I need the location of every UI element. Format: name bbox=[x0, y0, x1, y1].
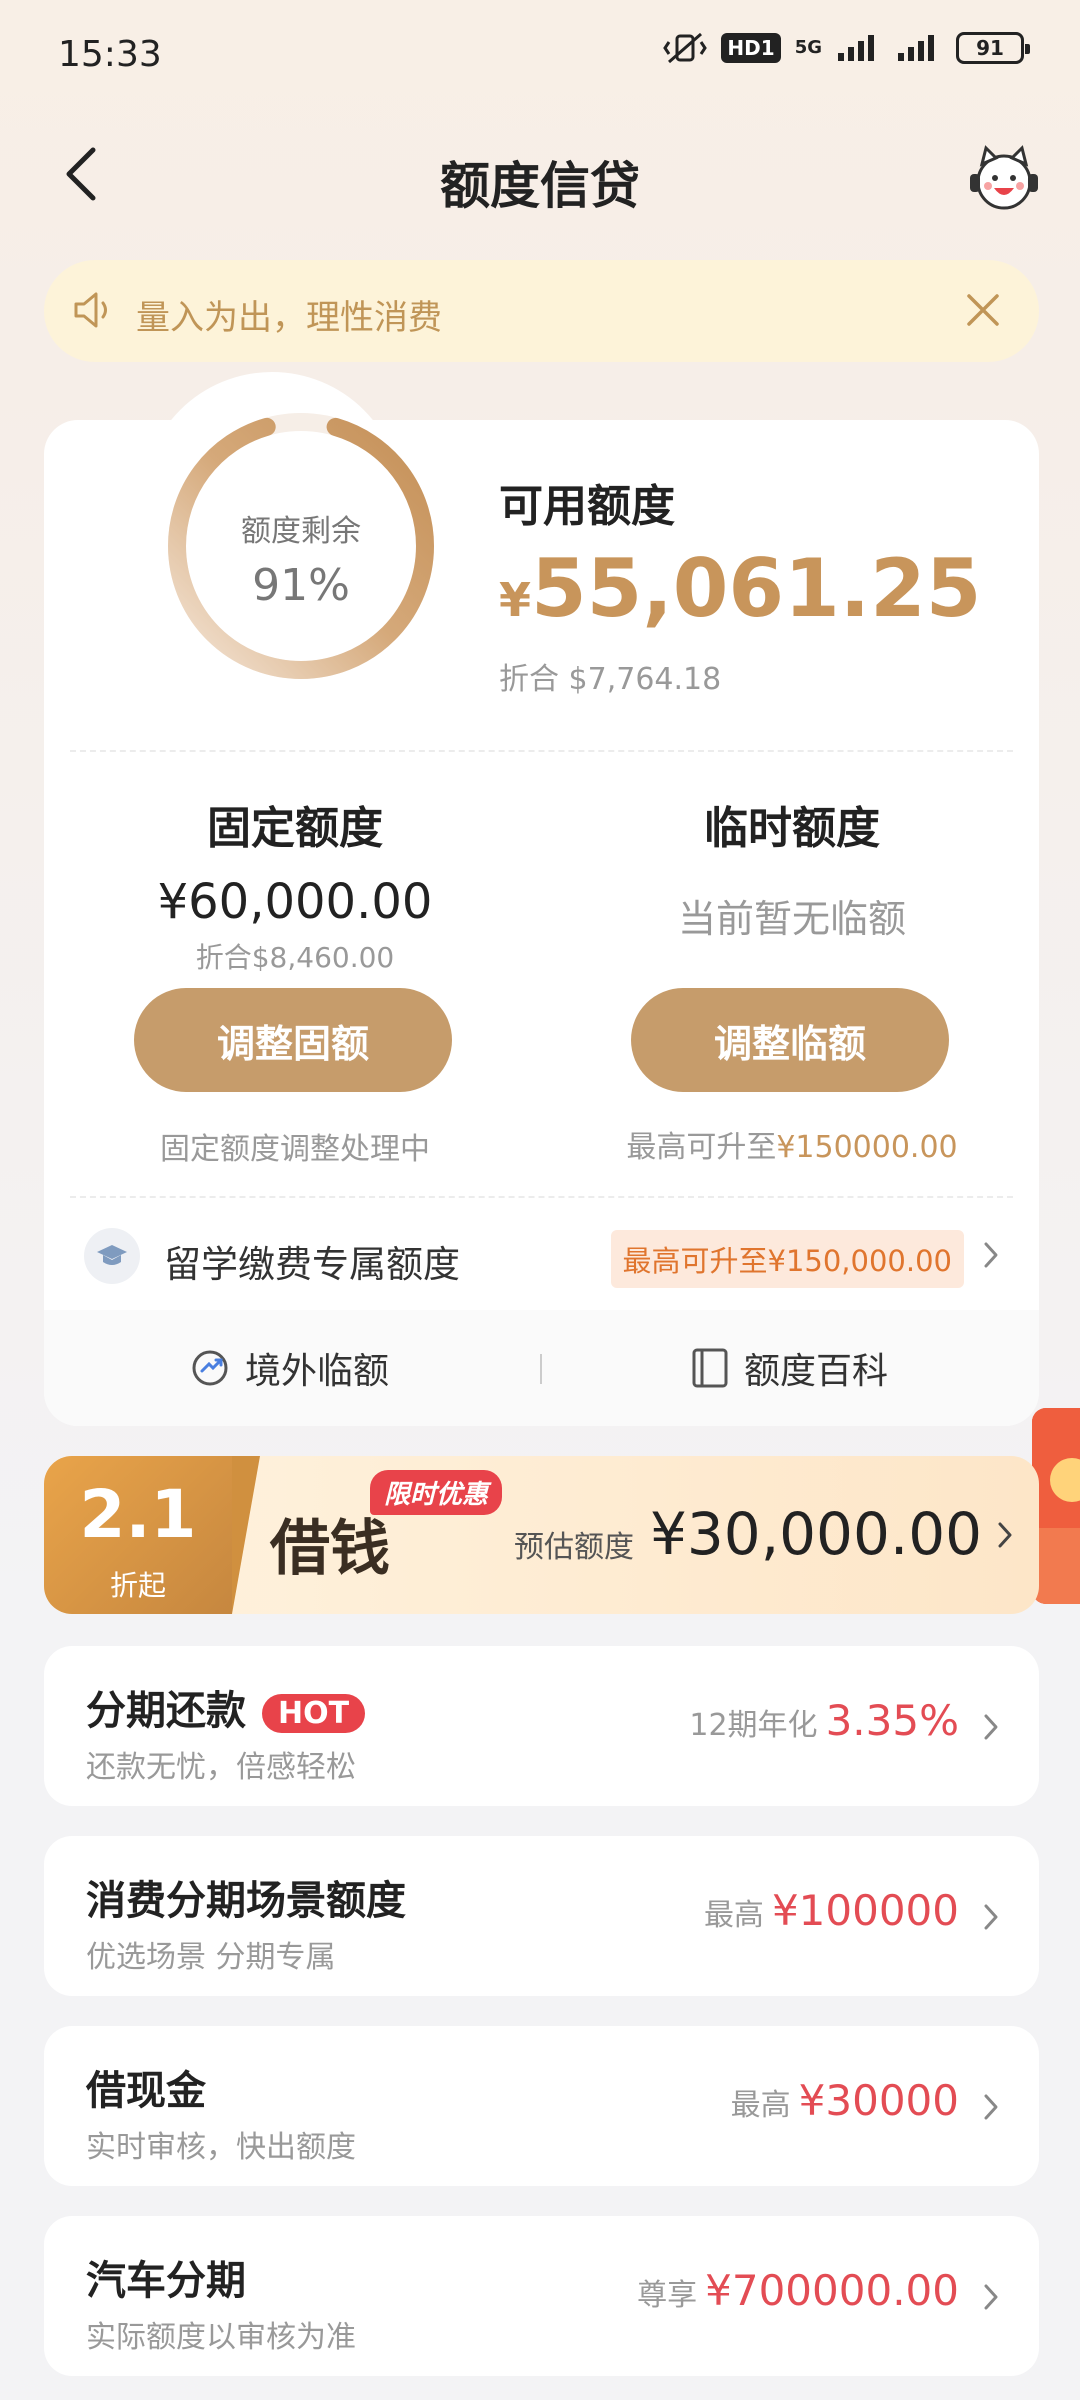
book-icon bbox=[692, 1348, 728, 1388]
floating-promo-badge[interactable] bbox=[1032, 1408, 1080, 1604]
network-type: 5G bbox=[794, 37, 822, 58]
fixed-limit-converted: 折合$8,460.00 bbox=[195, 941, 395, 974]
cash-loan-row[interactable]: 借现金 实时审核，快出额度 最高 ¥30000 bbox=[44, 2026, 1039, 2186]
product-limit-prefix: 最高 bbox=[703, 1898, 764, 1933]
temp-limit-note: 最高可升至¥150000.00 bbox=[562, 1122, 1022, 1166]
mascot-avatar-icon[interactable] bbox=[964, 142, 1044, 214]
vibrate-off-icon bbox=[663, 32, 708, 64]
notice-bar: 量入为出，理性消费 bbox=[44, 260, 1039, 362]
chevron-right-icon bbox=[984, 2284, 998, 2310]
study-abroad-badge: 最高可升至¥150,000.00 bbox=[610, 1230, 964, 1288]
page-title: 额度信贷 bbox=[440, 157, 640, 215]
credit-card: 额度剩余 91% 可用额度 ¥55,061.25 折合 $7,764.18 固定… bbox=[44, 372, 1039, 1426]
chevron-right-icon bbox=[984, 1714, 998, 1740]
temp-limit-title: 临时额度 bbox=[704, 803, 880, 854]
temp-limit-section: 临时额度 当前暂无临额 bbox=[562, 792, 1022, 943]
product-rate: 12期年化 3.35% bbox=[689, 1696, 959, 1745]
graduation-cap-icon bbox=[84, 1228, 140, 1284]
study-abroad-label: 留学缴费专属额度 bbox=[164, 1243, 460, 1286]
hot-badge: HOT bbox=[262, 1693, 366, 1733]
speaker-icon bbox=[74, 292, 107, 328]
estimated-limit-label: 预估额度 bbox=[514, 1530, 634, 1565]
product-subtitle: 实时审核，快出额度 bbox=[86, 2130, 356, 2165]
available-amount: ¥55,061.25 bbox=[499, 542, 981, 635]
discount-rate: 2.1 bbox=[79, 1476, 197, 1553]
product-subtitle: 还款无忧，倍感轻松 bbox=[86, 1750, 356, 1785]
product-rate-value: 3.35% bbox=[825, 1696, 959, 1745]
chevron-right-icon bbox=[984, 1904, 998, 1930]
study-abroad-row[interactable]: 留学缴费专属额度 最高可升至¥150,000.00 bbox=[44, 1200, 1039, 1310]
product-subtitle: 实际额度以审核为准 bbox=[86, 2320, 356, 2355]
overseas-temp-limit-label: 境外临额 bbox=[245, 1351, 390, 1392]
ring-percent: 91% bbox=[252, 560, 350, 611]
available-label: 可用额度 bbox=[499, 481, 675, 532]
consumer-installment-row[interactable]: 消费分期场景额度 优选场景 分期专属 最高 ¥100000 bbox=[44, 1836, 1039, 1996]
temp-note-value: ¥150000.00 bbox=[776, 1130, 958, 1165]
fixed-limit-amount: ¥60,000.00 bbox=[157, 874, 433, 930]
close-icon[interactable] bbox=[963, 290, 1003, 330]
product-limit-prefix: 尊享 bbox=[637, 2278, 698, 2313]
borrow-banner[interactable]: 2.1 折起 借钱 限时优惠 预估额度 ¥30,000.00 bbox=[44, 1456, 1039, 1614]
temp-note-prefix: 最高可升至 bbox=[626, 1130, 777, 1165]
status-icons: HD1 5G 91 bbox=[663, 30, 1030, 66]
divider bbox=[70, 750, 1013, 752]
fixed-limit-note: 固定额度调整处理中 bbox=[160, 1132, 430, 1167]
status-time: 15:33 bbox=[58, 34, 162, 75]
product-title: 分期还款 HOT bbox=[86, 1678, 366, 1736]
estimated-limit-amount: ¥30,000.00 bbox=[650, 1500, 983, 1568]
product-limit: 最高 ¥100000 bbox=[704, 1886, 959, 1935]
temp-limit-status: 当前暂无临额 bbox=[677, 897, 906, 941]
chevron-right-icon bbox=[984, 2094, 998, 2120]
nav-header: 额度信贷 bbox=[0, 120, 1080, 230]
limited-offer-tag: 限时优惠 bbox=[370, 1470, 503, 1515]
available-number: 55,061.25 bbox=[531, 542, 982, 635]
hd-badge: HD1 bbox=[721, 33, 781, 63]
overseas-temp-limit-link[interactable]: 境外临额 bbox=[189, 1310, 389, 1426]
product-rate-prefix: 12期年化 bbox=[689, 1708, 818, 1743]
car-installment-row[interactable]: 汽车分期 实际额度以审核为准 尊享 ¥700000.00 bbox=[44, 2216, 1039, 2376]
chevron-right-icon bbox=[998, 1522, 1012, 1548]
notice-text: 量入为出，理性消费 bbox=[136, 298, 442, 338]
signal-icon bbox=[898, 35, 934, 61]
product-limit-value: ¥700000.00 bbox=[705, 2266, 959, 2315]
status-bar: 15:33 HD1 5G 91 bbox=[0, 0, 1080, 110]
product-limit-value: ¥30000 bbox=[798, 2076, 959, 2125]
product-title: 消费分期场景额度 bbox=[86, 1878, 406, 1924]
separator bbox=[540, 1354, 542, 1384]
product-limit: 最高 ¥30000 bbox=[731, 2076, 959, 2125]
product-limit: 尊享 ¥700000.00 bbox=[637, 2266, 959, 2315]
exchange-icon bbox=[192, 1350, 228, 1386]
adjust-temp-button[interactable]: 调整临额 bbox=[631, 988, 949, 1092]
installment-repay-row[interactable]: 分期还款 HOT 还款无忧，倍感轻松 12期年化 3.35% bbox=[44, 1646, 1039, 1806]
limit-wiki-label: 额度百科 bbox=[744, 1351, 889, 1392]
signal-icon bbox=[838, 35, 874, 61]
ring-label: 额度剩余 bbox=[241, 514, 361, 549]
product-title-text: 分期还款 bbox=[86, 1688, 246, 1734]
card-quick-links: 境外临额 额度百科 bbox=[44, 1310, 1039, 1426]
product-title: 汽车分期 bbox=[86, 2258, 246, 2304]
product-limit-value: ¥100000 bbox=[771, 1886, 959, 1935]
available-currency: ¥ bbox=[499, 573, 532, 627]
product-title: 借现金 bbox=[86, 2068, 206, 2114]
battery-icon: 91 bbox=[956, 32, 1030, 64]
product-subtitle: 优选场景 分期专属 bbox=[86, 1940, 336, 1975]
limit-wiki-link[interactable]: 额度百科 bbox=[690, 1310, 888, 1426]
available-converted: 折合 $7,764.18 bbox=[499, 662, 722, 697]
fixed-limit-title: 固定额度 bbox=[207, 803, 383, 854]
fixed-limit-section: 固定额度 ¥60,000.00 折合$8,460.00 bbox=[65, 792, 525, 976]
discount-rate-sub: 折起 bbox=[109, 1569, 166, 1602]
chevron-right-icon bbox=[984, 1242, 998, 1268]
discount-rate-block: 2.1 折起 bbox=[44, 1456, 260, 1614]
divider bbox=[70, 1196, 1013, 1198]
product-limit-prefix: 最高 bbox=[730, 2088, 791, 2123]
adjust-fixed-button[interactable]: 调整固额 bbox=[134, 988, 452, 1092]
